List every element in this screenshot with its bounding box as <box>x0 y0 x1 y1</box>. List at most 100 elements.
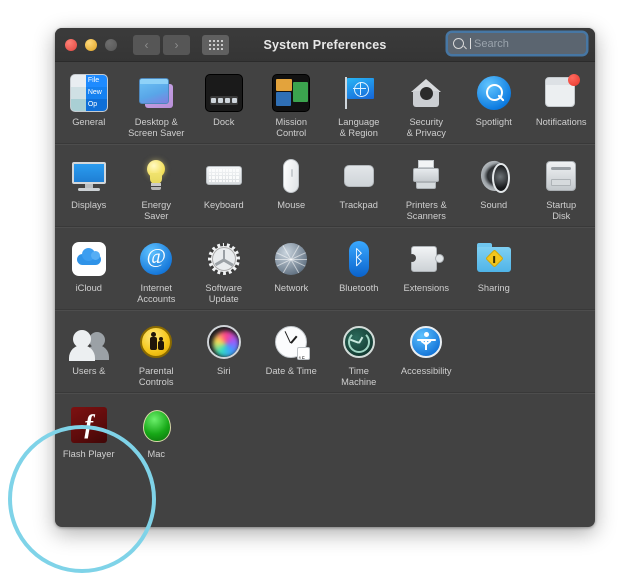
minimize-button[interactable] <box>85 38 97 51</box>
globe-mesh-icon <box>272 240 310 278</box>
pane-flash-player[interactable]: f Flash Player <box>55 402 123 460</box>
keyboard-icon <box>205 157 243 195</box>
pane-time-machine[interactable]: Time Machine <box>325 319 393 387</box>
pane-users-groups[interactable]: Users & <box>55 319 123 387</box>
pane-parental-controls[interactable]: Parental Controls <box>123 319 191 387</box>
disk-drive-icon <box>542 157 580 195</box>
window-titlebar: ‹ › System Preferences Search <box>55 28 595 62</box>
bluetooth-icon: ᛒ <box>340 240 378 278</box>
lightbulb-icon <box>137 157 175 195</box>
pane-label: iCloud <box>75 283 102 293</box>
pane-language-region[interactable]: Language & Region <box>325 70 393 138</box>
pane-icloud[interactable]: iCloud <box>55 236 123 304</box>
pane-label: Users & <box>72 366 106 376</box>
pane-label: Security & Privacy <box>406 117 446 138</box>
pane-internet-accounts[interactable]: @ Internet Accounts <box>123 236 191 304</box>
pane-label: Parental Controls <box>138 366 174 387</box>
pane-label: Software Update <box>205 283 243 304</box>
zoom-button[interactable] <box>105 38 117 51</box>
pane-label: Flash Player <box>62 449 115 459</box>
pane-label: Spotlight <box>475 117 512 127</box>
close-button[interactable] <box>65 38 77 51</box>
pane-notifications[interactable]: Notifications <box>528 70 596 138</box>
mission-control-icon <box>272 74 311 112</box>
flag-globe-icon <box>340 74 378 112</box>
pane-label: General <box>72 117 106 127</box>
system-preferences-window: ‹ › System Preferences Search File New O… <box>55 28 595 527</box>
show-all-button[interactable] <box>202 34 229 55</box>
gear-fan-icon <box>205 240 243 278</box>
pane-date-time[interactable]: 15 Date & Time <box>258 319 326 387</box>
pane-label: Extensions <box>403 283 449 293</box>
pane-label: Notifications <box>535 117 587 127</box>
search-placeholder: Search <box>474 37 509 50</box>
clock-calendar-icon: 15 <box>272 323 311 361</box>
pane-label: Network <box>274 283 309 293</box>
time-machine-icon <box>340 323 378 361</box>
printer-icon <box>407 157 445 195</box>
pane-row-3: iCloud @ Internet Accounts Software Upda… <box>55 228 595 311</box>
pane-sound[interactable]: Sound <box>460 153 528 221</box>
pane-label: Desktop & Screen Saver <box>128 117 185 138</box>
pane-label: Date & Time <box>265 366 317 376</box>
pane-label: Trackpad <box>339 200 378 210</box>
pane-row-2: Displays Energy Saver Keyboard Mouse Tra… <box>55 145 595 228</box>
pane-keyboard[interactable]: Keyboard <box>190 153 258 221</box>
pane-sharing[interactable]: Sharing <box>460 236 528 304</box>
notification-badge-icon <box>542 74 581 112</box>
pane-energy-saver[interactable]: Energy Saver <box>123 153 191 221</box>
mouse-icon <box>272 157 310 195</box>
pane-label: Language & Region <box>338 117 380 138</box>
pane-label: Keyboard <box>203 200 244 210</box>
pane-siri[interactable]: Siri <box>190 319 258 387</box>
pane-label: Mac <box>147 449 166 459</box>
back-button[interactable]: ‹ <box>133 34 160 55</box>
pane-green-utility[interactable]: Mac <box>123 402 191 460</box>
puzzle-piece-icon <box>407 240 445 278</box>
siri-swirl-icon <box>205 323 243 361</box>
magnifier-icon <box>475 74 513 112</box>
pane-printers-scanners[interactable]: Printers & Scanners <box>393 153 461 221</box>
pane-label: Energy Saver <box>141 200 171 221</box>
pane-label: Sharing <box>477 283 510 293</box>
pane-label: Dock <box>213 117 235 127</box>
parental-coin-icon <box>137 323 175 361</box>
general-icon: File New Op <box>69 74 108 112</box>
grid-icon <box>208 39 223 50</box>
pane-general[interactable]: File New Op General <box>55 70 123 138</box>
pane-desktop-screen-saver[interactable]: Desktop & Screen Saver <box>123 70 191 138</box>
forward-button[interactable]: › <box>163 34 190 55</box>
text-caret <box>470 38 471 49</box>
pane-accessibility[interactable]: Accessibility <box>393 319 461 387</box>
dock-icon <box>204 74 243 112</box>
pane-trackpad[interactable]: Trackpad <box>325 153 393 221</box>
green-app-icon <box>137 406 175 444</box>
folder-sign-icon <box>475 240 513 278</box>
house-lock-icon <box>407 74 445 112</box>
pane-network[interactable]: Network <box>258 236 326 304</box>
pane-extensions[interactable]: Extensions <box>393 236 461 304</box>
pane-label: Displays <box>71 200 107 210</box>
pane-bluetooth[interactable]: ᛒ Bluetooth <box>325 236 393 304</box>
pane-label: Internet Accounts <box>137 283 176 304</box>
pane-label: Sound <box>480 200 508 210</box>
traffic-light-group <box>65 38 117 51</box>
pane-mission-control[interactable]: Mission Control <box>258 70 326 138</box>
pane-startup-disk[interactable]: Startup Disk <box>528 153 596 221</box>
desktop-icon <box>137 74 175 112</box>
pane-label: Printers & Scanners <box>405 200 447 221</box>
search-field[interactable]: Search <box>448 33 586 54</box>
pane-label: Accessibility <box>400 366 452 376</box>
speaker-icon <box>475 157 513 195</box>
pane-dock[interactable]: Dock <box>190 70 258 138</box>
navigation-button-group: ‹ › <box>133 34 190 55</box>
pane-software-update[interactable]: Software Update <box>190 236 258 304</box>
pane-mouse[interactable]: Mouse <box>258 153 326 221</box>
pane-security-privacy[interactable]: Security & Privacy <box>393 70 461 138</box>
pane-label: Bluetooth <box>339 283 379 293</box>
pane-displays[interactable]: Displays <box>55 153 123 221</box>
preference-pane-grid: File New Op General Desktop & Screen Sav… <box>55 62 595 466</box>
pane-spotlight[interactable]: Spotlight <box>460 70 528 138</box>
accessibility-icon <box>407 323 445 361</box>
monitor-icon <box>70 157 108 195</box>
